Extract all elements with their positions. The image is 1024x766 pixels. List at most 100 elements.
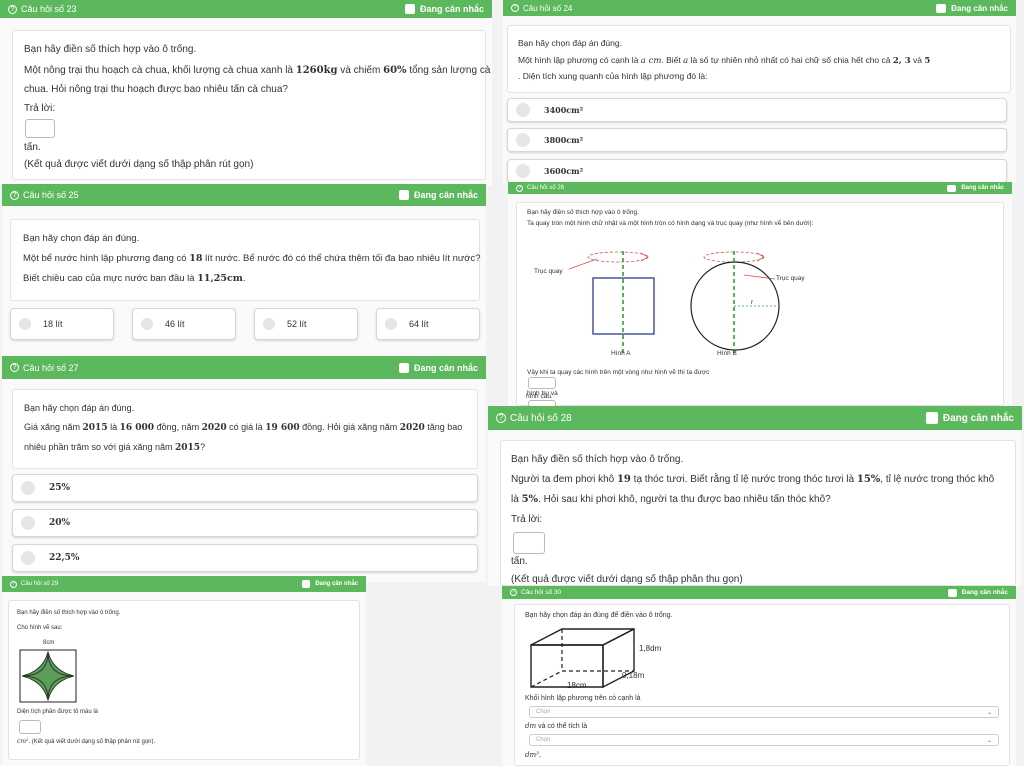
question-text: . Diện tích xung quanh của hình lập phươ… (518, 71, 708, 81)
question-28-title: Câu hỏi số 28 (510, 412, 572, 424)
shaded-figure (19, 649, 77, 703)
volume-select[interactable]: Chọn ⌄ (529, 734, 999, 746)
figure-a-label: Hình A (611, 350, 631, 357)
flag-label: Đang cân nhắc (942, 412, 1014, 424)
question-icon: ? (10, 580, 17, 588)
figure-b-label: Hình B (717, 350, 737, 357)
hidden-edge (530, 670, 563, 688)
chevron-down-icon: ⌄ (986, 737, 992, 744)
checkbox-icon (398, 362, 409, 373)
dimension-label: 8cm (43, 640, 55, 646)
question-25-card: Bạn hãy chọn đáp án đúng. Một bể nước hì… (10, 219, 481, 301)
length-label: 18cm (567, 681, 587, 690)
question-26-card: Bạn hãy điền số thích hợp vào ô trống. T… (516, 202, 1004, 406)
question-26-title: Câu hỏi số 26 (527, 185, 565, 191)
question-23-header: ? Câu hỏi số 23 Đang cân nhắc (0, 0, 492, 18)
question-29-card: Bạn hãy điền số thích hợp vào ô trống. C… (8, 600, 360, 760)
question-23-title: Câu hỏi số 23 (21, 4, 77, 14)
question-text: Vậy khi ta quay các hình trên một vòng n… (527, 369, 710, 376)
radio-icon (516, 164, 530, 178)
question-text: là 5%. Hỏi sau khi phơi khô, người ta th… (511, 494, 831, 505)
question-text: Người ta đem phơi khô 19 tạ thóc tươi. B… (511, 474, 995, 485)
axis-label-b: Trục quay (776, 275, 805, 282)
flag-label: Đang cân nhắc (413, 362, 478, 373)
cuboid-figure (530, 627, 635, 689)
unit-label: dm³. (525, 751, 542, 759)
note-text: cm². (Kết quả viết dưới dạng số thập phâ… (17, 738, 156, 745)
question-30-panel: ? Câu hỏi số 30 Đang cân nhắc Bạn hãy chọ… (502, 586, 1016, 766)
unit-label: tấn. (511, 556, 528, 567)
checkbox-icon (404, 4, 415, 14)
answer-option[interactable]: 64 lít (376, 308, 480, 340)
chevron-down-icon: ⌄ (986, 709, 992, 716)
question-30-header: ? Câu hỏi số 30 Đang cân nhắc (502, 586, 1016, 599)
prompt-text: Bạn hãy điền số thích hợp vào ô trống. (17, 610, 121, 616)
radio-icon (21, 481, 35, 495)
prompt-text: Bạn hãy chọn đáp án đúng. (24, 403, 135, 413)
question-29-header: ? Câu hỏi số 29 Đang cân nhắc (2, 576, 366, 592)
radio-icon (21, 551, 35, 565)
question-23-panel: ? Câu hỏi số 23 Đang cân nhắc Bạn hãy điề… (0, 0, 492, 186)
answer-option[interactable]: 52 lít (254, 308, 358, 340)
pointer-arrow (568, 258, 598, 270)
question-icon: ? (10, 363, 19, 372)
flag-toggle[interactable]: Đang cân nhắc (398, 190, 478, 200)
question-25-title: Câu hỏi số 25 (23, 190, 79, 200)
answer-input[interactable] (19, 720, 41, 734)
checkbox-icon (947, 588, 957, 597)
flag-toggle[interactable]: Đang cân nhắc (936, 3, 1008, 13)
answer-option[interactable]: 3800cm² (507, 128, 1007, 152)
answer-option[interactable]: 25% (12, 474, 478, 502)
question-icon: ? (8, 4, 17, 14)
question-text: chua. Hỏi nông trại thu hoạch được bao n… (24, 84, 288, 95)
question-28-card: Bạn hãy điền số thích hợp vào ô trống. N… (500, 440, 1016, 586)
question-27-panel: ? Câu hỏi số 27 Đang cân nhắc Bạn hãy chọ… (2, 356, 486, 582)
answer-input[interactable] (513, 532, 545, 554)
question-30-card: Bạn hãy chọn đáp án đúng để điền vào ô t… (514, 604, 1010, 766)
question-24-title: Câu hỏi số 24 (523, 3, 573, 13)
flag-toggle[interactable]: Đang cân nhắc (947, 184, 1004, 192)
answer-option[interactable]: 20% (12, 509, 478, 537)
radius-label: r (751, 299, 754, 306)
question-25-panel: ? Câu hỏi số 25 Đang cân nhắc Bạn hãy chọ… (2, 184, 486, 356)
flag-label: Đang cân nhắc (419, 4, 484, 14)
checkbox-icon (398, 190, 409, 200)
question-text: Một nông trại thu hoạch cà chua, khối lư… (24, 65, 491, 76)
prompt-text: Bạn hãy điền số thích hợp vào ô trống. (24, 44, 197, 55)
flag-toggle[interactable]: Đang cân nhắc (302, 580, 358, 588)
answer-input[interactable] (25, 119, 55, 138)
checkbox-icon (936, 3, 947, 13)
answer-option[interactable]: 46 lít (132, 308, 236, 340)
answer-option[interactable]: 18 lít (10, 308, 114, 340)
radio-icon (516, 133, 530, 147)
prompt-text: Bạn hãy chọn đáp án đúng. (518, 38, 622, 48)
checkbox-icon (947, 184, 957, 192)
radio-icon (516, 103, 530, 117)
flag-label: Đang cân nhắc (315, 581, 358, 587)
question-text: Cho hình vẽ sau: (17, 625, 63, 631)
answer-option[interactable]: 3400cm² (507, 98, 1007, 122)
answer-option[interactable]: 22,5% (12, 544, 478, 572)
radio-icon (21, 516, 35, 530)
answer-option[interactable]: 3600cm² (507, 159, 1007, 183)
question-26-header: ? Câu hỏi số 26 Đang cân nhắc (508, 182, 1012, 194)
question-27-title: Câu hỏi số 27 (23, 362, 79, 373)
question-29-title: Câu hỏi số 29 (21, 581, 59, 587)
answer-label: Trả lời: (24, 103, 56, 114)
flag-toggle[interactable]: Đang cân nhắc (925, 412, 1014, 424)
answer-label: Trả lời: (511, 514, 543, 525)
note-text: (Kết quả được viết dưới dạng số thập phâ… (24, 159, 254, 170)
question-27-card: Bạn hãy chọn đáp án đúng. Giá xăng năm 2… (12, 389, 478, 469)
answer-input[interactable] (528, 377, 556, 389)
question-icon: ? (496, 413, 506, 423)
edge-select[interactable]: Chọn ⌄ (529, 706, 999, 718)
flag-label: Đang cân nhắc (961, 589, 1008, 596)
radio-icon (19, 318, 31, 330)
question-text: nhiêu phần trăm so với giá xăng năm 2015… (24, 442, 206, 453)
question-24-card: Bạn hãy chọn đáp án đúng. Một hình lập p… (507, 25, 1011, 93)
question-26-panel: ? Câu hỏi số 26 Đang cân nhắc Bạn hãy điề… (508, 182, 1012, 406)
flag-toggle[interactable]: Đang cân nhắc (404, 4, 484, 14)
note-text: (Kết quả được viết dưới dạng số thập phâ… (511, 574, 743, 585)
flag-toggle[interactable]: Đang cân nhắc (398, 362, 478, 373)
flag-toggle[interactable]: Đang cân nhắc (947, 588, 1008, 597)
